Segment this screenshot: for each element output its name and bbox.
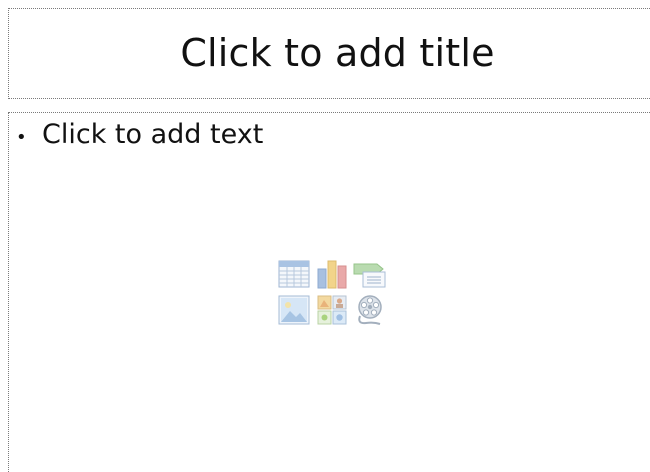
insert-picture-icon[interactable]: [275, 292, 313, 328]
content-placeholder-text: Click to add text: [42, 119, 264, 150]
insert-content-icons: [275, 256, 389, 328]
title-placeholder-text: Click to add title: [180, 30, 495, 75]
bullet-item: • Click to add text: [16, 119, 263, 150]
insert-clip-art-icon[interactable]: [313, 292, 351, 328]
title-placeholder[interactable]: Click to add title: [8, 8, 650, 99]
content-placeholder[interactable]: • Click to add text: [8, 112, 650, 472]
insert-media-clip-icon[interactable]: [351, 292, 389, 328]
insert-chart-icon[interactable]: [313, 256, 351, 292]
insert-table-icon[interactable]: [275, 256, 313, 292]
bullet-icon: •: [16, 127, 27, 148]
insert-smartart-icon[interactable]: [351, 256, 389, 292]
